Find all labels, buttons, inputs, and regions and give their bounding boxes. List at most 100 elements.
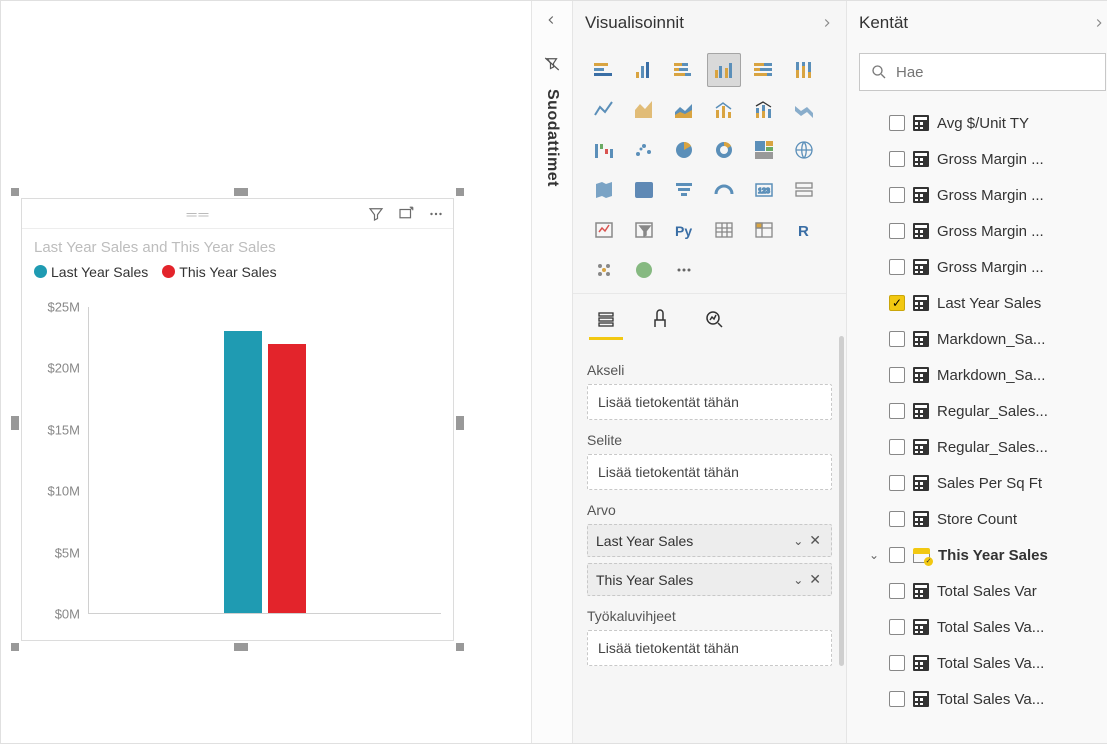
collapse-pane-icon[interactable] [1092,16,1106,30]
viz-funnel-icon[interactable] [667,173,701,207]
remove-icon[interactable]: ✕ [807,571,823,588]
field-checkbox[interactable] [889,331,905,347]
more-options-icon[interactable] [427,205,445,223]
viz-scatter-icon[interactable] [627,133,661,167]
viz-100-stacked-column-icon[interactable] [787,53,821,87]
chevron-down-icon[interactable]: ⌄ [789,573,807,587]
resize-handle[interactable] [234,643,248,651]
field-checkbox[interactable] [889,619,905,635]
resize-handle[interactable] [11,643,19,651]
resize-handle[interactable] [11,188,19,196]
field-checkbox[interactable] [889,223,905,239]
field-checkbox[interactable] [889,547,905,563]
field-row[interactable]: Markdown_Sa... [847,321,1107,357]
field-row[interactable]: Gross Margin ... [847,249,1107,285]
viz-pie-icon[interactable] [667,133,701,167]
viz-slicer-icon[interactable] [627,213,661,247]
well-axis-dropzone[interactable]: Lisää tietokentät tähän [587,384,832,420]
collapse-pane-icon[interactable] [820,16,834,30]
drag-grip-icon[interactable]: ══ [30,206,367,222]
report-canvas[interactable]: ══ Last Year Sales and This Year Sales L… [1,1,531,743]
chevron-down-icon[interactable]: ⌄ [789,534,807,548]
field-row[interactable]: Regular_Sales... [847,429,1107,465]
fields-tab[interactable] [591,304,621,334]
field-row[interactable]: Regular_Sales... [847,393,1107,429]
field-row[interactable]: ⌄✓This Year Sales [847,537,1107,573]
field-row[interactable]: Markdown_Sa... [847,357,1107,393]
resize-handle[interactable] [456,643,464,651]
field-row[interactable]: Gross Margin ... [847,213,1107,249]
field-row[interactable]: Sales Per Sq Ft [847,465,1107,501]
viz-ribbon-icon[interactable] [787,93,821,127]
viz-matrix-icon[interactable] [747,213,781,247]
field-checkbox[interactable] [889,187,905,203]
resize-handle[interactable] [11,416,19,430]
field-checkbox[interactable] [889,691,905,707]
viz-map-icon[interactable] [787,133,821,167]
field-row[interactable]: ✓Last Year Sales [847,285,1107,321]
viz-multi-card-icon[interactable] [787,173,821,207]
remove-icon[interactable]: ✕ [807,532,823,549]
field-checkbox[interactable] [889,583,905,599]
viz-table-icon[interactable] [707,213,741,247]
field-checkbox[interactable] [889,511,905,527]
well-tooltip-dropzone[interactable]: Lisää tietokentät tähän [587,630,832,666]
field-row[interactable]: Total Sales Va... [847,609,1107,645]
viz-100-stacked-bar-icon[interactable] [747,53,781,87]
viz-more-icon[interactable] [667,253,701,287]
format-tab[interactable] [645,304,675,334]
viz-python-icon[interactable]: Py [667,213,701,247]
viz-area-icon[interactable] [627,93,661,127]
well-legend-dropzone[interactable]: Lisää tietokentät tähän [587,454,832,490]
scrollbar-thumb[interactable] [839,336,844,666]
bar[interactable] [268,344,306,613]
field-checkbox[interactable] [889,475,905,491]
field-checkbox[interactable] [889,655,905,671]
field-checkbox[interactable] [889,403,905,419]
expand-pane-icon[interactable] [544,13,558,27]
field-row[interactable]: Total Sales Va... [847,645,1107,681]
field-checkbox[interactable] [889,115,905,131]
resize-handle[interactable] [456,188,464,196]
bar[interactable] [224,331,262,613]
viz-gauge-icon[interactable] [707,173,741,207]
field-checkbox[interactable] [889,367,905,383]
field-row[interactable]: Gross Margin ... [847,177,1107,213]
expand-caret-icon[interactable]: ⌄ [867,548,881,562]
viz-arcgis-icon[interactable] [627,253,661,287]
search-box[interactable] [859,53,1106,91]
field-checkbox[interactable]: ✓ [889,295,905,311]
resize-handle[interactable] [456,416,464,430]
field-row[interactable]: Avg $/Unit TY [847,105,1107,141]
viz-line-icon[interactable] [587,93,621,127]
visual-selection-frame[interactable]: ══ Last Year Sales and This Year Sales L… [15,192,460,647]
viz-combo-icon[interactable] [707,93,741,127]
value-pill[interactable]: Last Year Sales ⌄ ✕ [587,524,832,557]
analytics-tab[interactable] [699,304,729,334]
viz-waterfall-icon[interactable] [587,133,621,167]
viz-stacked-bar-icon[interactable] [587,53,621,87]
field-row[interactable]: Gross Margin ... [847,141,1107,177]
viz-key-influencers-icon[interactable] [587,253,621,287]
viz-treemap-icon[interactable] [747,133,781,167]
value-pill[interactable]: This Year Sales ⌄ ✕ [587,563,832,596]
search-input[interactable] [896,64,1095,81]
viz-stacked-bar-h-icon[interactable] [667,53,701,87]
viz-card-icon[interactable]: 123 [747,173,781,207]
viz-clustered-column-icon[interactable] [707,53,741,87]
field-checkbox[interactable] [889,439,905,455]
focus-mode-icon[interactable] [397,205,415,223]
viz-shape-map-icon[interactable] [627,173,661,207]
viz-donut-icon[interactable] [707,133,741,167]
field-row[interactable]: Total Sales Var [847,573,1107,609]
viz-filled-map-icon[interactable] [587,173,621,207]
viz-kpi-icon[interactable] [587,213,621,247]
filter-icon[interactable] [367,205,385,223]
viz-r-icon[interactable]: R [787,213,821,247]
resize-handle[interactable] [234,188,248,196]
viz-stacked-area-icon[interactable] [667,93,701,127]
chart-visual[interactable]: ══ Last Year Sales and This Year Sales L… [21,198,454,641]
viz-combo-stacked-icon[interactable] [747,93,781,127]
field-checkbox[interactable] [889,259,905,275]
field-row[interactable]: Store Count [847,501,1107,537]
